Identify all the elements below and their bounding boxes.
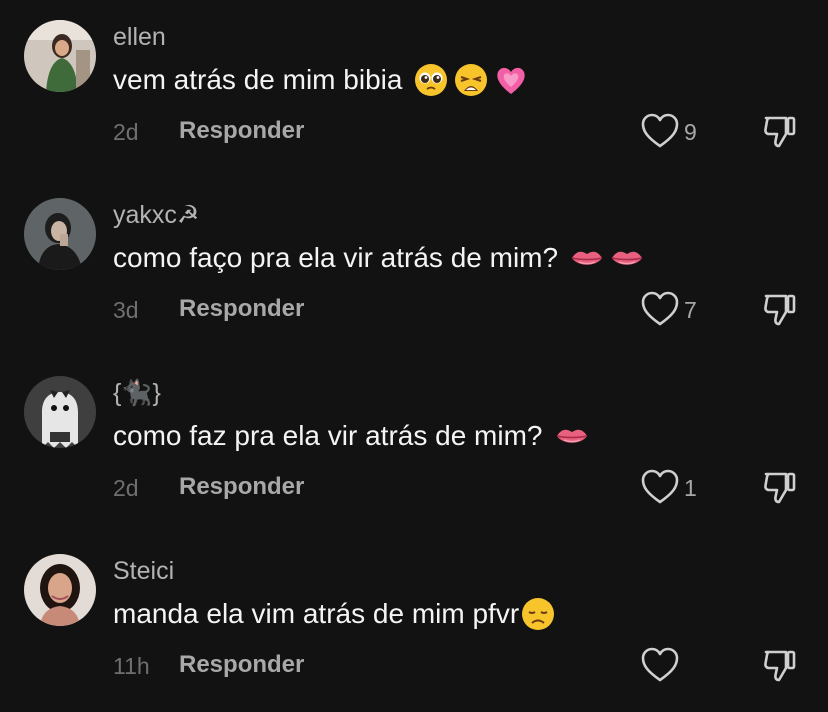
weary-face-icon — [454, 63, 488, 97]
reply-button[interactable]: Responder — [179, 294, 304, 324]
avatar[interactable] — [24, 198, 96, 270]
like-count: 7 — [684, 297, 697, 323]
heart-icon[interactable] — [640, 468, 680, 506]
avatar[interactable] — [24, 20, 96, 92]
thumbs-down-icon[interactable] — [760, 290, 800, 330]
like-count: 9 — [684, 119, 697, 145]
like-count: 1 — [684, 475, 697, 501]
heart-icon[interactable] — [640, 290, 680, 328]
avatar[interactable] — [24, 376, 96, 448]
reply-button[interactable]: Responder — [179, 650, 304, 680]
lips-icon — [570, 241, 604, 275]
reply-button[interactable]: Responder — [179, 116, 304, 146]
avatar[interactable] — [24, 554, 96, 626]
comment-text: manda ela vim atrás de mim pfvr — [113, 596, 555, 632]
thumbs-down-icon[interactable] — [760, 112, 800, 152]
comment-item: yakxc☭ como faço pra ela vir atrás de mi… — [0, 178, 828, 356]
lips-icon — [555, 419, 589, 453]
comment-username[interactable]: yakxc☭ — [113, 200, 199, 230]
thumbs-down-icon[interactable] — [760, 646, 800, 686]
comment-username[interactable]: ellen — [113, 22, 166, 52]
heart-icon[interactable] — [640, 112, 680, 150]
comment-text-body: vem atrás de mim bibia — [113, 64, 403, 95]
growing-heart-icon — [494, 63, 528, 97]
comment-text: como faço pra ela vir atrás de mim? — [113, 240, 644, 276]
comment-text-body: manda ela vim atrás de mim pfvr — [113, 598, 520, 629]
comment-item: {🐈‍⬛} como faz pra ela vir atrás de mim?… — [0, 356, 828, 534]
heart-icon[interactable] — [640, 646, 680, 684]
comment-username[interactable]: Steici — [113, 556, 174, 586]
comment-text-body: como faz pra ela vir atrás de mim? — [113, 420, 543, 451]
lips-icon — [610, 241, 644, 275]
comment-username[interactable]: {🐈‍⬛} — [113, 378, 161, 408]
comment-time: 2d — [113, 119, 139, 145]
reply-button[interactable]: Responder — [179, 472, 304, 502]
disappointed-face-icon — [521, 597, 555, 631]
comment-time: 11h — [113, 653, 150, 679]
comment-text: vem atrás de mim bibia — [113, 62, 528, 98]
comment-time: 3d — [113, 297, 139, 323]
thumbs-down-icon[interactable] — [760, 468, 800, 508]
comment-text-body: como faço pra ela vir atrás de mim? — [113, 242, 559, 273]
comment-item: ellen vem atrás de mim bibia 2d Responde… — [0, 0, 828, 178]
pleading-face-icon — [414, 63, 448, 97]
comment-item: Steici manda ela vim atrás de mim pfvr 1… — [0, 534, 828, 712]
comment-text: como faz pra ela vir atrás de mim? — [113, 418, 589, 454]
comment-time: 2d — [113, 475, 139, 501]
